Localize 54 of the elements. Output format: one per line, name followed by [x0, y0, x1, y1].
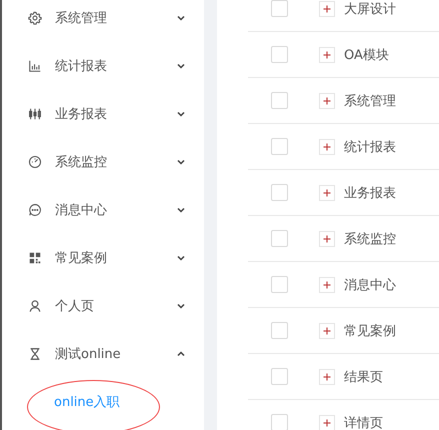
table-cell-text: 消息中心 [344, 276, 396, 294]
person-icon [28, 299, 42, 313]
checkbox[interactable] [271, 184, 288, 201]
expand-icon[interactable] [319, 368, 335, 384]
table-cell-text: 详情页 [344, 414, 383, 430]
chevron-down-icon [176, 253, 186, 263]
checkbox[interactable] [271, 46, 288, 63]
grid-icon [28, 251, 42, 265]
menu-item[interactable]: 系统监控 [2, 138, 204, 186]
chevron-down-icon [176, 61, 186, 71]
checkbox[interactable] [271, 230, 288, 247]
chevron-down-icon [176, 205, 186, 215]
expand-icon[interactable] [319, 414, 335, 430]
expand-icon[interactable] [319, 276, 335, 292]
chevron-down-icon [176, 13, 186, 23]
menu-item[interactable]: 个人页 [2, 282, 204, 330]
table-cell-text: 系统监控 [344, 230, 396, 248]
menu-item[interactable]: 常见案例 [2, 234, 204, 282]
expand-icon[interactable] [319, 46, 335, 62]
checkbox[interactable] [271, 322, 288, 339]
chevron-down-icon [176, 109, 186, 119]
menu-item[interactable]: 测试online [2, 330, 204, 378]
menu-item[interactable]: 系统管理 [2, 0, 204, 42]
expand-icon[interactable] [319, 92, 335, 108]
checkbox[interactable] [271, 276, 288, 293]
expand-icon[interactable] [319, 230, 335, 246]
menu-item[interactable]: 消息中心 [2, 186, 204, 234]
table-cell-text: OA模块 [344, 46, 389, 64]
checkbox[interactable] [271, 368, 288, 385]
chevron-up-icon [176, 349, 186, 359]
hourglass-icon [28, 347, 42, 361]
chat-icon [28, 203, 42, 217]
table-cell-text: 系统管理 [344, 92, 396, 110]
table-cell-text: 结果页 [344, 368, 383, 386]
gear-icon [28, 11, 42, 25]
checkbox[interactable] [271, 0, 288, 17]
table-cell-text: 业务报表 [344, 184, 396, 202]
chevron-down-icon [176, 157, 186, 167]
expand-icon[interactable] [319, 0, 335, 16]
checkbox[interactable] [271, 414, 288, 430]
menu-item[interactable]: 统计报表 [2, 42, 204, 90]
chevron-down-icon [176, 301, 186, 311]
menu-item[interactable]: 业务报表 [2, 90, 204, 138]
table-cell-text: 统计报表 [344, 138, 396, 156]
table-cell-text: 大屏设计 [344, 0, 396, 18]
expand-icon[interactable] [319, 184, 335, 200]
checkbox[interactable] [271, 92, 288, 109]
candlestick-icon [28, 107, 42, 121]
expand-icon[interactable] [319, 322, 335, 338]
checkbox[interactable] [271, 138, 288, 155]
table-cell-text: 常见案例 [344, 322, 396, 340]
expand-icon[interactable] [319, 138, 335, 154]
gauge-icon [28, 155, 42, 169]
bar-chart-icon [28, 59, 42, 73]
